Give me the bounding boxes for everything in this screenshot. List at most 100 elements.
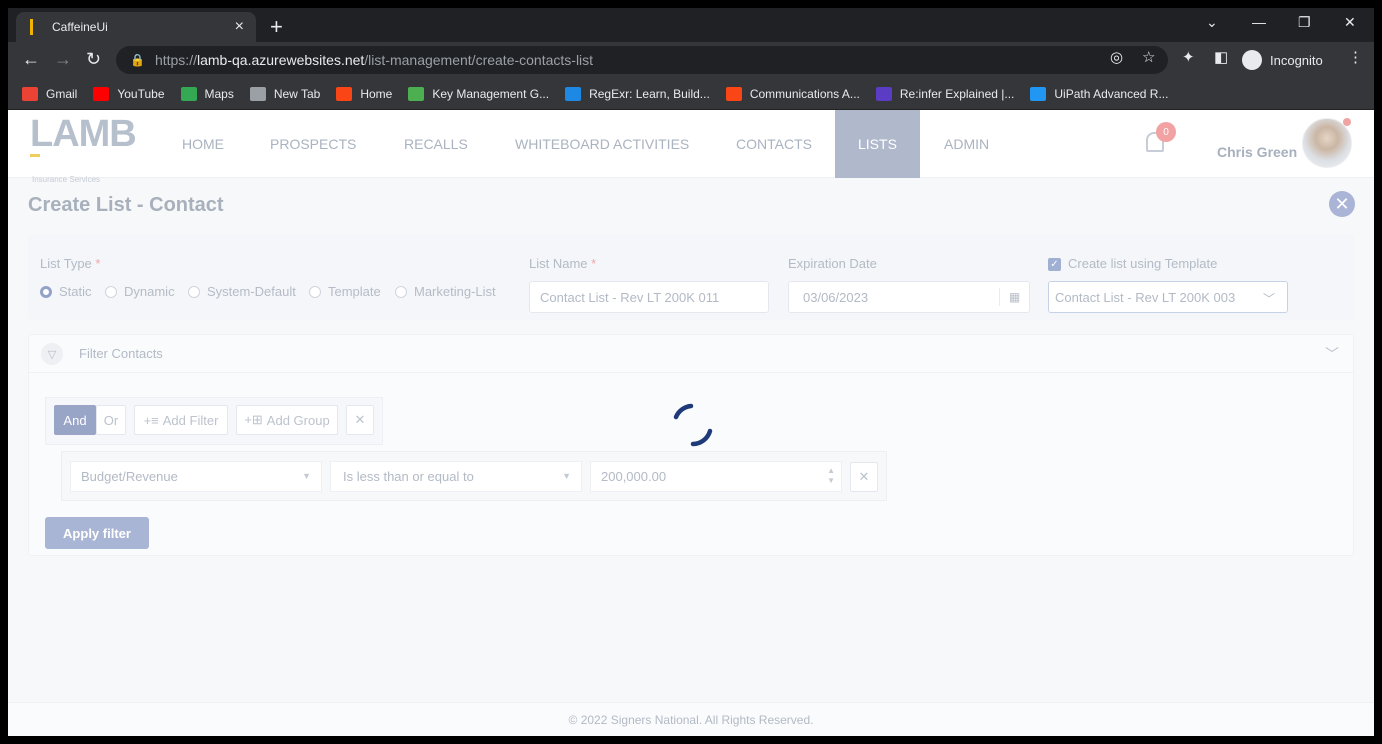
add-group-label: Add Group	[266, 412, 330, 428]
template-select-value: Contact List - Rev LT 200K 003	[1055, 289, 1236, 305]
add-filter-button[interactable]: +≡ Add Filter	[134, 405, 228, 435]
bookmark-favicon-icon	[875, 86, 892, 101]
bookmark-label: RegExr: Learn, Build...	[589, 86, 710, 101]
close-icon[interactable]: ✕	[1329, 191, 1355, 217]
nav-admin[interactable]: ADMIN	[944, 110, 989, 178]
bookmark-label: Communications A...	[749, 86, 860, 101]
bookmark-item[interactable]: Gmail	[22, 86, 78, 101]
nav-prospects[interactable]: PROSPECTS	[270, 110, 356, 178]
radio-icon	[395, 285, 407, 298]
nav-home[interactable]: HOME	[182, 110, 224, 178]
filter-header[interactable]: ▽ Filter Contacts ﹀	[29, 335, 1353, 373]
remove-group-button[interactable]: ✕	[346, 405, 374, 435]
list-name-input[interactable]: Contact List - Rev LT 200K 011	[529, 281, 769, 313]
tab-close-icon[interactable]: ×	[235, 18, 244, 36]
bookmark-favicon-icon	[93, 86, 110, 101]
menu-icon[interactable]: ⋮	[1348, 48, 1363, 66]
filter-title: Filter Contacts	[79, 346, 163, 361]
list-type-label: List Type *	[40, 256, 101, 271]
lamb-logo[interactable]: LAMB Insurance Services	[30, 113, 137, 184]
bookmark-label: Key Management G...	[432, 86, 550, 101]
user-name[interactable]: Chris Green	[1217, 144, 1297, 160]
dropdown-arrow-icon: ▼	[302, 471, 311, 481]
loading-spinner-icon	[673, 403, 713, 447]
new-tab-button[interactable]: +	[270, 14, 283, 40]
bookmark-item[interactable]: Home	[336, 86, 393, 101]
bookmark-favicon-icon	[249, 86, 266, 101]
remove-rule-button[interactable]: ✕	[850, 462, 878, 492]
radio-dynamic[interactable]: Dynamic	[105, 284, 175, 299]
radio-label: Static	[59, 284, 92, 299]
radio-template[interactable]: Template	[309, 284, 381, 299]
add-group-icon: +⊞	[244, 412, 263, 427]
eye-off-icon[interactable]: ◎	[1110, 48, 1123, 66]
browser-tab[interactable]: CaffeineUi ×	[16, 12, 256, 42]
apply-filter-button[interactable]: Apply filter	[45, 517, 149, 549]
star-icon[interactable]: ☆	[1142, 48, 1155, 66]
and-button[interactable]: And	[54, 405, 96, 435]
or-button[interactable]: Or	[96, 405, 126, 435]
radio-selected-icon	[40, 285, 52, 298]
filter-group-toolbar: And Or +≡ Add Filter +⊞ Add Group ✕	[45, 397, 383, 445]
logo-text: LAMB	[30, 113, 137, 155]
browser-window: CaffeineUi × + ⌄ — ❐ ✕ ← → ↻ 🔒 https:// …	[8, 8, 1374, 736]
reload-icon[interactable]: ↻	[86, 49, 101, 70]
restore-button[interactable]: ❐	[1298, 14, 1311, 31]
bookmark-label: YouTube	[117, 86, 165, 101]
expiration-date-input[interactable]: 03/06/2023 ▦	[788, 281, 1030, 313]
bookmark-item[interactable]: Re:infer Explained |...	[875, 86, 1015, 101]
calendar-icon[interactable]: ▦	[999, 288, 1029, 306]
filter-icon: ▽	[41, 343, 63, 365]
bookmark-item[interactable]: RegExr: Learn, Build...	[565, 86, 710, 101]
bookmark-label: Home	[360, 86, 393, 101]
bookmark-label: Gmail	[46, 86, 78, 101]
tab-search-icon[interactable]: ⌄	[1206, 14, 1218, 31]
bookmark-item[interactable]: Maps	[180, 86, 234, 101]
side-panel-icon[interactable]: ◧	[1214, 48, 1228, 66]
chevron-down-icon: ﹀	[1262, 292, 1275, 306]
nav-recalls[interactable]: RECALLS	[404, 110, 468, 178]
template-select[interactable]: Contact List - Rev LT 200K 003 ﹀	[1048, 281, 1288, 313]
add-group-button[interactable]: +⊞ Add Group	[236, 405, 338, 435]
radio-marketing-list[interactable]: Marketing-List	[395, 284, 496, 299]
bookmark-label: Re:infer Explained |...	[899, 86, 1015, 101]
app-header: LAMB Insurance Services HOME PROSPECTS R…	[8, 110, 1374, 184]
bookmark-item[interactable]: Communications A...	[725, 86, 860, 101]
radio-label: System-Default	[207, 284, 296, 299]
minimize-button[interactable]: —	[1252, 14, 1266, 30]
bookmark-item[interactable]: Key Management G...	[408, 86, 550, 101]
operator-select[interactable]: Is less than or equal to ▼	[330, 461, 582, 492]
tab-title: CaffeineUi	[52, 20, 108, 34]
url-path: /list-management/create-contacts-list	[364, 52, 594, 68]
extensions-icon[interactable]: ✦	[1182, 48, 1195, 66]
bookmark-label: New Tab	[273, 86, 321, 101]
bookmark-favicon-icon	[22, 86, 38, 101]
nav-contacts[interactable]: CONTACTS	[736, 110, 812, 178]
status-dot	[1343, 118, 1351, 126]
chevron-down-icon[interactable]: ﹀	[1325, 344, 1339, 364]
page-title: Create List - Contact	[28, 194, 224, 216]
bookmark-item[interactable]: New Tab	[249, 86, 321, 101]
nav-whiteboard-activities[interactable]: WHITEBOARD ACTIVITIES	[515, 110, 689, 178]
nav-lists[interactable]: LISTS	[835, 110, 920, 178]
tab-strip: CaffeineUi × + ⌄ — ❐ ✕	[8, 8, 1374, 42]
bookmark-item[interactable]: YouTube	[93, 86, 165, 101]
radio-static[interactable]: Static	[40, 284, 92, 299]
incognito-indicator[interactable]: Incognito	[1242, 47, 1323, 73]
field-select[interactable]: Budget/Revenue ▼	[70, 461, 322, 492]
address-bar[interactable]: 🔒 https:// lamb-qa.azurewebsites.net /li…	[116, 46, 1168, 74]
radio-system-default[interactable]: System-Default	[188, 284, 296, 299]
stepper-icon[interactable]: ▲ ▼	[827, 466, 835, 486]
forward-icon[interactable]: →	[54, 49, 72, 70]
bookmarks-bar: Gmail YouTube Maps New Tab Home Key Managemen…	[8, 78, 1374, 110]
bookmark-item[interactable]: UiPath Advanced R...	[1030, 86, 1168, 101]
dropdown-arrow-icon: ▼	[562, 471, 571, 481]
back-icon[interactable]: ←	[22, 49, 40, 70]
close-window-button[interactable]: ✕	[1344, 14, 1356, 31]
page-footer: © 2022 Signers National. All Rights Rese…	[8, 702, 1374, 736]
template-checkbox[interactable]: ✓	[1048, 258, 1061, 271]
amount-input[interactable]: 200,000.00 ▲ ▼	[590, 461, 842, 492]
bookmark-favicon-icon	[565, 86, 582, 101]
add-filter-icon: +≡	[143, 412, 159, 428]
radio-label: Marketing-List	[414, 284, 496, 299]
